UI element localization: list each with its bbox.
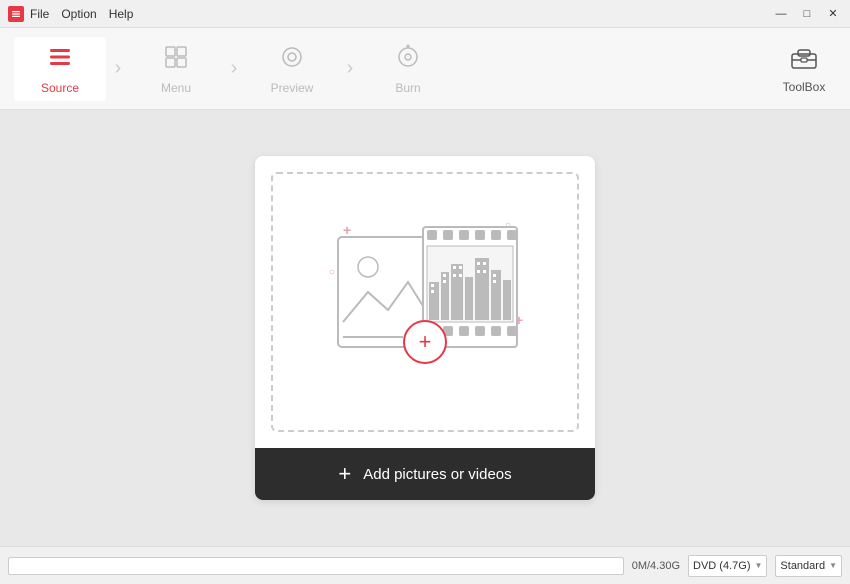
quality-select[interactable]: Standard ▼ (775, 555, 842, 577)
chevron-sep-1: › (110, 37, 126, 101)
drop-zone[interactable]: + ○ ○ + (271, 172, 579, 432)
menu-option[interactable]: Option (61, 7, 96, 21)
progress-text: 0M/4.30G (632, 560, 680, 572)
add-button[interactable]: + Add pictures or videos (255, 448, 595, 500)
close-button[interactable]: ✕ (820, 3, 846, 25)
toolbox-label: ToolBox (783, 80, 826, 94)
chevron-sep-2: › (226, 37, 242, 101)
toolbox-button[interactable]: ToolBox (768, 28, 840, 109)
quality-arrow: ▼ (829, 561, 837, 570)
maximize-button[interactable]: □ (794, 3, 820, 25)
burn-nav-icon (394, 43, 422, 77)
quality-label: Standard (780, 560, 825, 572)
source-icon (46, 43, 74, 77)
app-icon (8, 6, 24, 22)
burn-label: Burn (395, 81, 420, 95)
add-label: Add pictures or videos (363, 466, 511, 483)
drop-card: + ○ ○ + (255, 156, 595, 500)
add-plus-icon: + (338, 461, 351, 487)
toolbox-icon (789, 44, 819, 76)
toolbar: Source › Menu › (0, 28, 850, 110)
tab-source[interactable]: Source (10, 33, 110, 105)
source-label: Source (41, 81, 79, 95)
menu-nav-icon (162, 43, 190, 77)
title-bar-left: File Option Help (8, 6, 133, 22)
chevron-sep-3: › (342, 37, 358, 101)
tab-menu[interactable]: Menu (126, 33, 226, 105)
title-bar: File Option Help — □ ✕ (0, 0, 850, 28)
main-content: + ○ ○ + (0, 110, 850, 546)
preview-label: Preview (271, 81, 314, 95)
preview-nav-icon (278, 43, 306, 77)
progress-bar (8, 557, 624, 575)
nav-tabs: Source › Menu › (10, 28, 768, 109)
drop-illustration: + ○ ○ + (325, 212, 525, 392)
window-controls: — □ ✕ (768, 3, 846, 25)
menu-help[interactable]: Help (109, 7, 134, 21)
menu-file[interactable]: File (30, 7, 49, 21)
menu-items: File Option Help (30, 7, 133, 21)
disc-type-arrow: ▼ (755, 561, 763, 570)
tab-burn[interactable]: Burn (358, 33, 458, 105)
disc-type-select[interactable]: DVD (4.7G) ▼ (688, 555, 767, 577)
tab-preview[interactable]: Preview (242, 33, 342, 105)
minimize-button[interactable]: — (768, 3, 794, 25)
plus-icon: + (419, 331, 432, 353)
disc-type-label: DVD (4.7G) (693, 560, 750, 572)
status-bar: 0M/4.30G DVD (4.7G) ▼ Standard ▼ (0, 546, 850, 584)
menu-tab-label: Menu (161, 81, 191, 95)
plus-circle: + (403, 320, 447, 364)
